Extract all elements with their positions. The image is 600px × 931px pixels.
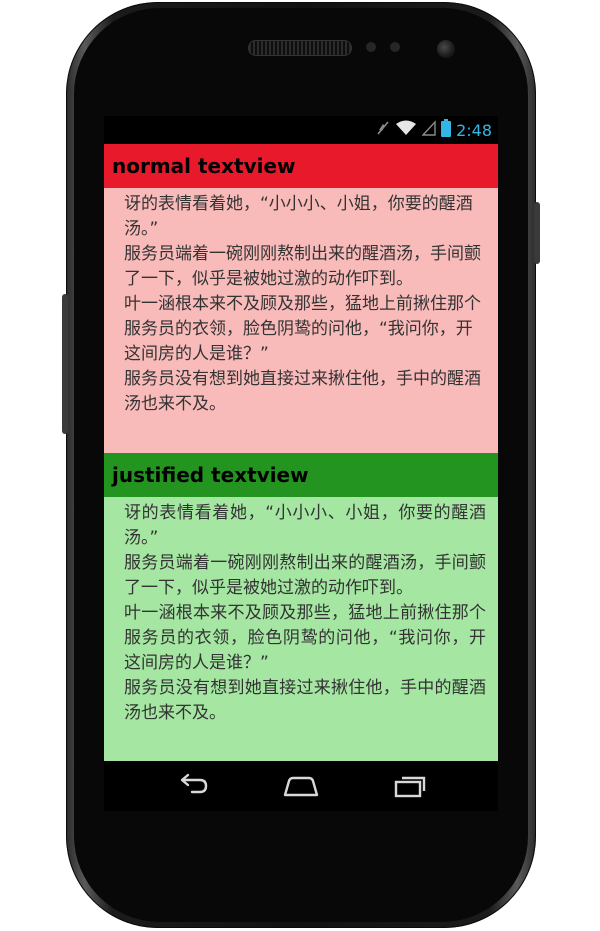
status-time: 2:48 <box>456 120 492 140</box>
recent-apps-icon <box>394 776 426 798</box>
normal-section-header: normal textview <box>104 144 498 188</box>
power-button[interactable] <box>534 202 540 264</box>
justified-paragraph-2: 服务员端着一碗刚刚熬制出来的醒酒汤，手间颤了一下，似乎是被她过激的动作吓到。 <box>124 553 486 598</box>
justified-paragraph-3: 叶一涵根本来不及顾及那些，猛地上前揪住那个服务员的衣领，脸色阴鸷的问他，“我问你… <box>124 603 486 673</box>
normal-paragraph-1: 讶的表情看着她，“小小小、小姐，你要的醒酒汤。” <box>124 194 473 239</box>
status-icons: 2:48 <box>376 119 492 141</box>
wifi-icon <box>395 120 417 140</box>
recent-apps-button[interactable] <box>388 771 432 801</box>
screen: 2:48 normal textview 讶的表情看着她，“小小小、小姐，你要的… <box>104 116 498 811</box>
back-button[interactable] <box>170 771 214 801</box>
home-icon <box>283 776 319 797</box>
normal-paragraph-2: 服务员端着一碗刚刚熬制出来的醒酒汤，手间颤了一下，似乎是被她过激的动作吓到。 <box>124 244 481 289</box>
proximity-sensor <box>366 42 376 52</box>
signal-icon <box>421 120 436 140</box>
justified-paragraph-1: 讶的表情看着她，“小小小、小姐，你要的醒酒汤。” <box>124 503 486 548</box>
normal-paragraph-3: 叶一涵根本来不及顾及那些，猛地上前揪住那个服务员的衣领，脸色阴鸷的问他，“我问你… <box>124 294 481 364</box>
back-icon <box>180 773 208 794</box>
navigation-bar <box>104 761 498 811</box>
light-sensor <box>390 42 400 52</box>
earpiece-speaker <box>248 40 352 56</box>
justified-section-header: justified textview <box>104 453 498 497</box>
volume-button[interactable] <box>62 294 68 434</box>
normal-paragraph-4: 服务员没有想到她直接过来揪住他，手中的醒酒汤也来不及。 <box>124 369 481 414</box>
battery-icon <box>441 119 452 141</box>
justified-paragraph-4: 服务员没有想到她直接过来揪住他，手中的醒酒汤也来不及。 <box>124 678 486 723</box>
mute-icon <box>376 120 390 140</box>
front-camera-icon <box>437 40 455 58</box>
normal-textview: 讶的表情看着她，“小小小、小姐，你要的醒酒汤。” 服务员端着一碗刚刚熬制出来的醒… <box>104 188 498 453</box>
status-bar: 2:48 <box>104 116 498 143</box>
justified-textview: 讶的表情看着她，“小小小、小姐，你要的醒酒汤。” 服务员端着一碗刚刚熬制出来的醒… <box>104 497 498 761</box>
home-button[interactable] <box>279 771 323 801</box>
